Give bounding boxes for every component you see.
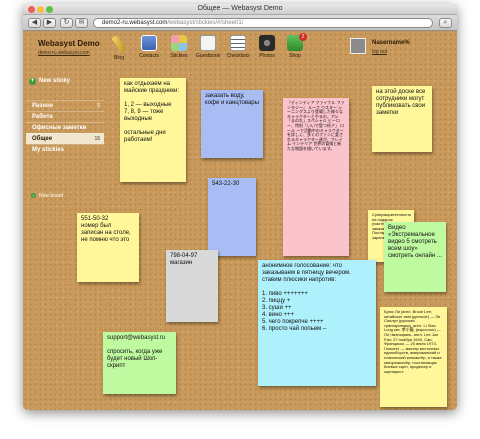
sidebar-item-label: Офисные заметки [32, 125, 87, 131]
sidebar-item-label: Работа [32, 114, 53, 120]
app-label: Guestbook [195, 53, 221, 59]
camera-icon [259, 35, 275, 51]
sticky-note[interactable]: заказать воду, кофе и канцтовары [201, 90, 263, 158]
brand-link[interactable]: demo-ru.webasyst.com [38, 50, 90, 56]
plus-icon: + [29, 78, 36, 85]
search-icon[interactable]: ⌕ [439, 18, 452, 28]
guestbook-icon [200, 35, 216, 51]
url-path: /webasyst/stickies/#/sheet/1/ [167, 20, 244, 26]
shop-badge: 2 [299, 33, 307, 41]
logout-link[interactable]: log out [372, 49, 387, 55]
browser-toolbar: ◀ ▶ ↻ ✉ demo2-ru.webasyst.com/webasyst/s… [23, 15, 457, 31]
app-label: Shop [289, 53, 301, 59]
sidebar-item-office-notes[interactable]: Офисные заметки [26, 122, 104, 133]
sidebar-item-my-stickies[interactable]: My stickies [26, 144, 104, 155]
app-contacts[interactable]: Contacts [135, 35, 163, 59]
app-shop[interactable]: Shop 2 [281, 33, 309, 59]
app-blog[interactable]: Blog [105, 34, 133, 61]
url-host: demo2-ru.webasyst.com [102, 20, 168, 26]
sidebar-item-obshchee[interactable]: Общее 15 [26, 133, 104, 144]
back-button[interactable]: ◀ [28, 18, 41, 28]
app-content: Webasyst Demo demo-ru.webasyst.com Blog … [23, 32, 457, 410]
avatar[interactable] [350, 38, 366, 54]
sticky-note[interactable]: 798-04-97 магазин [166, 250, 218, 322]
app-header: Webasyst Demo demo-ru.webasyst.com Blog … [23, 32, 457, 68]
app-stickies[interactable]: Stickies [165, 35, 193, 59]
sticky-note[interactable]: 551-50-32 номер был записан на столе, не… [77, 213, 139, 282]
sticky-note[interactable]: анонимное голосование: что заказываем в … [258, 260, 376, 386]
checklist-icon [230, 35, 246, 51]
app-label: Checklists [226, 53, 250, 59]
app-label: Blog [113, 55, 124, 61]
sheet-list: Разное 5 Работа Офисные заметки Общее 15 M… [26, 100, 104, 155]
sticky-note[interactable]: как отдыхаем на майские праздники: 1, 2 … [120, 78, 186, 182]
bookmark-button[interactable]: ✉ [75, 18, 88, 28]
sidebar-item-label: Общее [32, 136, 53, 142]
stickies-icon [171, 35, 187, 51]
new-sticky-button[interactable]: + New sticky [29, 78, 70, 85]
sidebar-item-rabota[interactable]: Работа [26, 111, 104, 122]
pen-icon [111, 34, 127, 54]
sticky-note[interactable]: support@webasyst.ru спросить, когда уже … [103, 332, 176, 394]
sticky-note[interactable]: 『ディンディア ファイナル ファンタジー』 ルーフ ウスター シーニングスより登… [283, 98, 349, 256]
title-bar: Общее — Webasyst Demo [23, 4, 457, 15]
sticky-note[interactable]: Брюс Ли (англ. Bruce Lee; китайское имя … [380, 307, 447, 407]
sticky-note[interactable]: 543-22-30 [208, 178, 256, 256]
app-label: Contacts [139, 53, 159, 59]
browser-window: Общее — Webasyst Demo ◀ ▶ ↻ ✉ demo2-ru.w… [23, 4, 457, 410]
sticky-note[interactable]: Видео «Экстремальное видео 5 смотреть вс… [384, 222, 446, 292]
sticky-note[interactable]: на этой доске все сотрудники могут публи… [372, 86, 432, 152]
app-label: Stickies [170, 53, 188, 59]
sidebar-item-label: Разное [32, 103, 53, 109]
window-title: Общее — Webasyst Demo [197, 5, 283, 12]
brand-name[interactable]: Webasyst Demo [38, 39, 100, 48]
contacts-icon [141, 35, 157, 51]
new-board-button[interactable]: + New board [31, 193, 63, 199]
sidebar-item-label: My stickies [32, 147, 65, 153]
reload-button[interactable]: ↻ [60, 18, 73, 28]
new-sticky-label: New sticky [39, 78, 71, 84]
app-checklists[interactable]: Checklists [224, 35, 252, 59]
new-board-label: New board [39, 193, 64, 199]
forward-button[interactable]: ▶ [43, 18, 56, 28]
app-label: Photos [259, 53, 275, 59]
address-bar[interactable]: demo2-ru.webasyst.com/webasyst/stickies/… [93, 18, 433, 28]
user-name[interactable]: Nasername% [372, 40, 410, 46]
sidebar-item-raznoe[interactable]: Разное 5 [26, 100, 104, 111]
app-photos[interactable]: Photos [253, 35, 281, 59]
plus-icon: + [31, 193, 36, 198]
app-guestbook[interactable]: Guestbook [194, 35, 222, 59]
